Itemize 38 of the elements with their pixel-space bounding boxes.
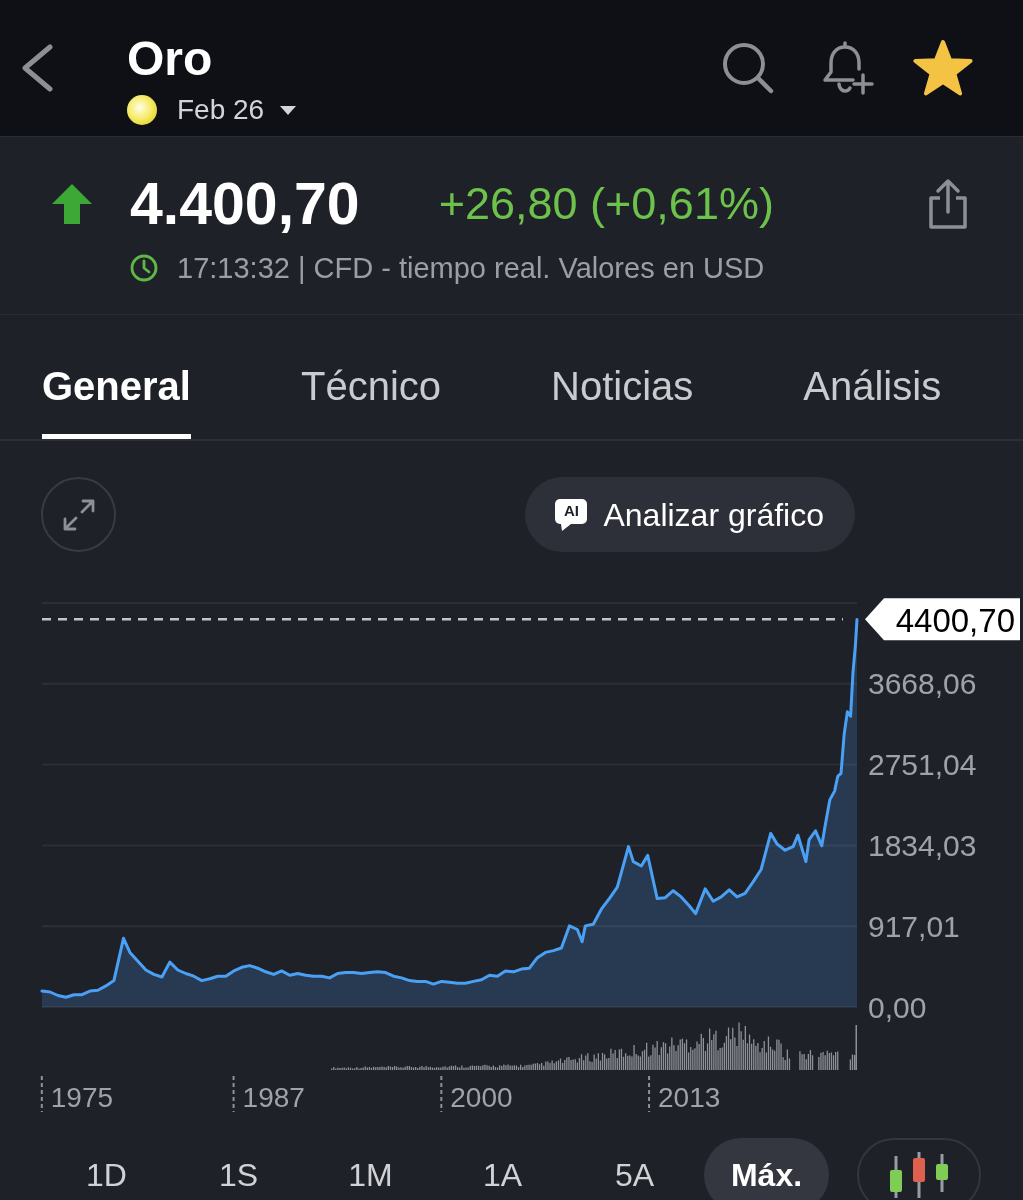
price-change: +26,80 (+0,61%) <box>438 178 774 230</box>
contract-selector[interactable]: Feb 26 <box>177 92 297 128</box>
analyze-chart-button[interactable]: AI Analizar gráfico <box>525 477 855 552</box>
tab[interactable]: Noticias <box>551 364 694 439</box>
timeframe-button[interactable]: Máx. <box>704 1138 829 1200</box>
y-axis-label: 3668,06 <box>868 667 977 701</box>
coin-icon <box>127 95 157 125</box>
star-icon[interactable] <box>913 39 973 97</box>
timeframe-button[interactable]: 1A <box>440 1138 565 1200</box>
tab[interactable]: General <box>42 364 191 439</box>
tab[interactable]: Técnico <box>300 364 442 439</box>
timeframe-button[interactable]: 5A <box>572 1138 697 1200</box>
expand-chart-button[interactable] <box>41 477 116 552</box>
expand-icon <box>61 497 96 532</box>
y-axis-label: 917,01 <box>868 909 960 943</box>
tab[interactable]: Análisis <box>803 364 942 439</box>
clock-icon <box>130 254 158 282</box>
x-axis-label: 2000 <box>450 1081 513 1113</box>
instrument-title: Oro <box>127 32 214 86</box>
x-axis-label: 1975 <box>50 1081 114 1113</box>
y-axis-label: 1834,03 <box>868 828 977 862</box>
timeframe-button[interactable]: 1D <box>44 1138 169 1200</box>
quote-timestamp: 17:13:32 | CFD - tiempo real. Valores en USD <box>177 252 765 284</box>
chart-type-button[interactable] <box>857 1138 981 1200</box>
x-axis-label: 1987 <box>242 1081 305 1113</box>
back-icon[interactable] <box>20 44 54 92</box>
timeframe-button[interactable]: 1M <box>308 1138 433 1200</box>
ref-line-label: 4400,70 <box>895 601 1015 639</box>
y-axis-label: 2751,04 <box>868 748 977 782</box>
candlestick-icon <box>888 1152 950 1198</box>
price-tag: 4400,70 <box>865 598 1020 641</box>
x-axis-label: 2013 <box>658 1081 721 1113</box>
search-icon[interactable] <box>722 42 774 94</box>
last-price: 4.400,70 <box>130 173 360 235</box>
y-axis-label: 0,00 <box>868 990 927 1024</box>
timeframe-button[interactable]: 1S <box>176 1138 301 1200</box>
caret-down-icon <box>280 105 297 115</box>
share-icon[interactable] <box>926 178 970 230</box>
